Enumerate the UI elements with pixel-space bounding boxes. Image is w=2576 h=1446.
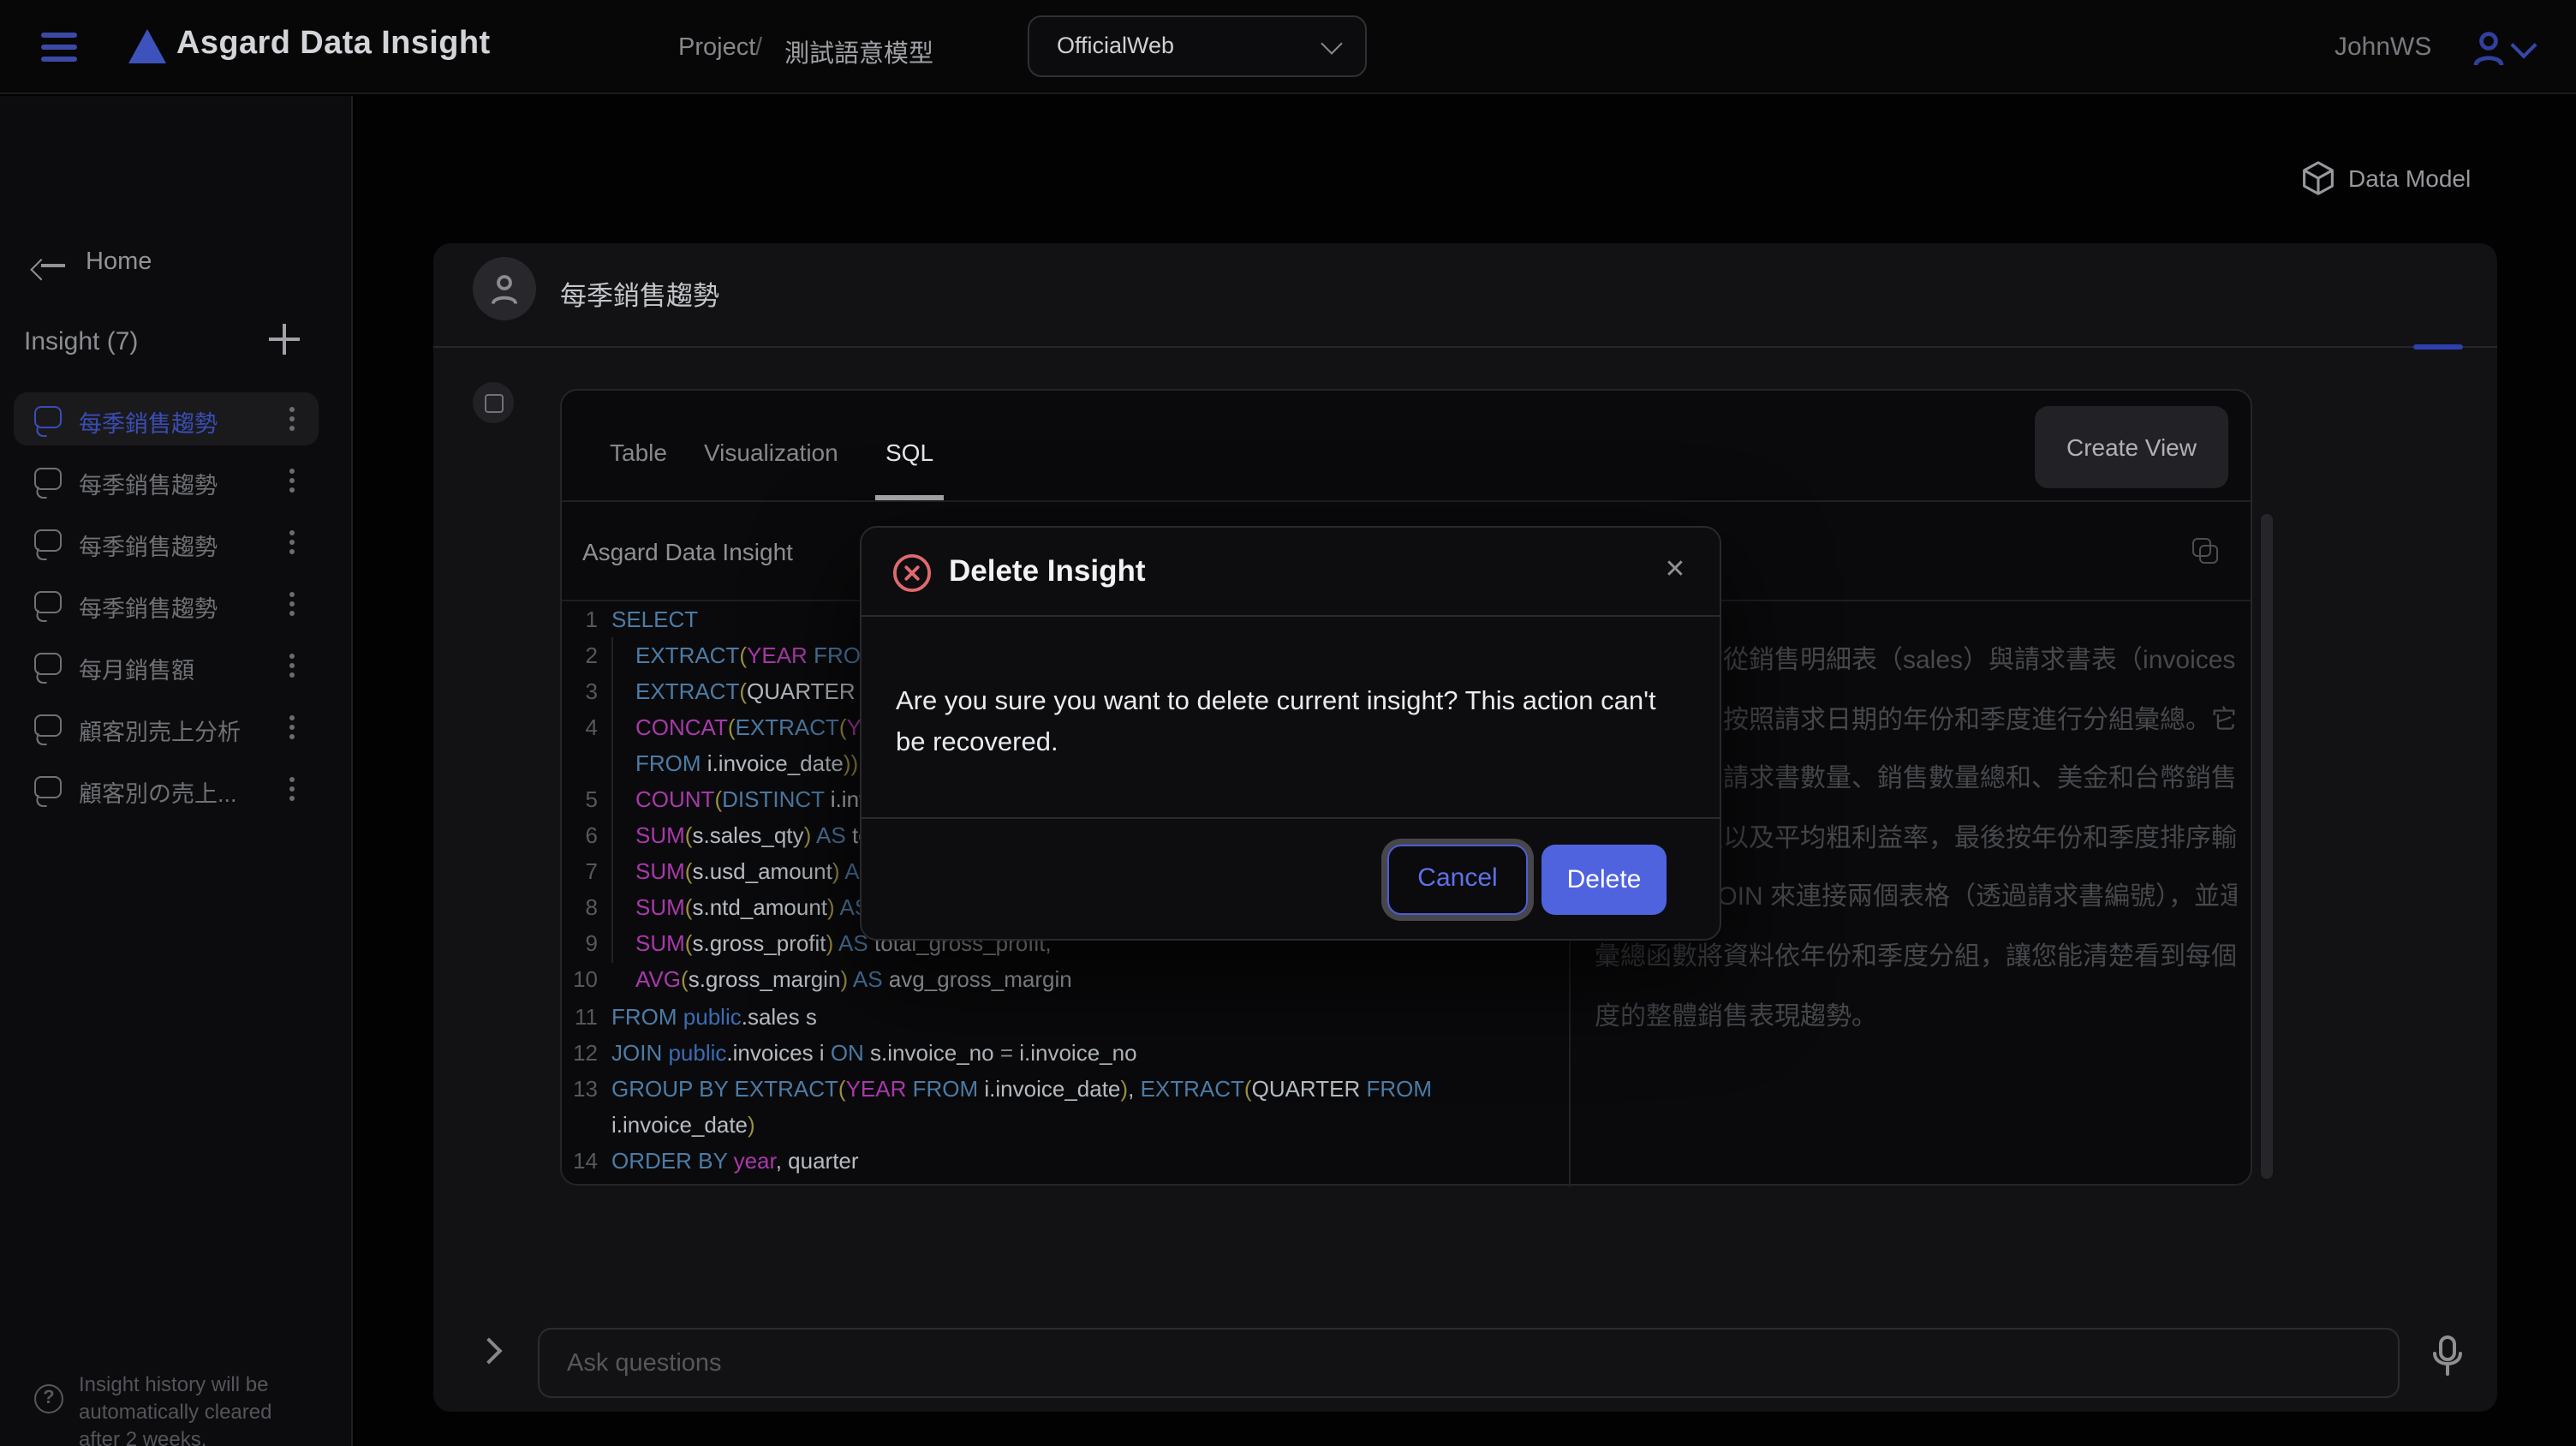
chevron-down-icon	[1321, 33, 1342, 54]
insight-item-label: 每季銷售趨勢	[79, 466, 218, 500]
chat-bubble-icon	[34, 529, 62, 552]
chat-bubble-icon	[34, 776, 62, 798]
chat-bubble-icon	[34, 714, 62, 737]
copy-icon[interactable]	[2192, 538, 2220, 565]
app-title: Asgard Data Insight	[176, 26, 491, 63]
create-view-button[interactable]: Create View	[2035, 406, 2228, 488]
back-arrow-icon	[41, 254, 65, 278]
chat-bubble-icon	[34, 591, 62, 613]
kebab-menu-icon[interactable]	[289, 601, 295, 606]
sql-panel-title: Asgard Data Insight	[582, 538, 793, 565]
model-select-dropdown[interactable]: OfficialWeb	[1028, 15, 1367, 77]
code-line: 10AVG(s.gross_margin) AS avg_gross_margi…	[562, 962, 1569, 998]
data-model-button[interactable]: Data Model	[2302, 161, 2334, 199]
modal-header: Delete Insight ✕	[862, 528, 1720, 617]
insight-section-header: Insight (7)	[0, 322, 353, 363]
sidebar-insight-item[interactable]: 每月銷售額	[14, 639, 319, 692]
code-line: i.invoice_date)	[562, 1107, 1569, 1143]
kebab-menu-icon[interactable]	[289, 540, 295, 545]
scrollbar-thumb[interactable]	[2261, 514, 2273, 1179]
error-circle-icon	[892, 553, 932, 601]
delete-button[interactable]: Delete	[1541, 845, 1667, 915]
insight-section-label: Insight (7)	[24, 327, 138, 356]
sidebar-insight-item[interactable]: 每季銷售趨勢	[14, 516, 319, 569]
modal-message: Are you sure you want to delete current …	[896, 682, 1670, 764]
insight-item-label: 顧客別売上分析	[79, 713, 241, 747]
divider	[433, 346, 2497, 348]
insight-item-label: 顧客別の売上...	[79, 774, 237, 809]
cancel-button[interactable]: Cancel	[1387, 845, 1528, 915]
tab-sql[interactable]: SQL	[886, 439, 933, 466]
user-name: JohnWS	[2334, 33, 2431, 62]
sidebar-insight-item[interactable]: 每季銷售趨勢	[14, 454, 319, 507]
kebab-menu-icon[interactable]	[289, 786, 295, 792]
sidebar-insight-item[interactable]: 每季銷售趨勢	[14, 392, 319, 445]
kebab-menu-icon[interactable]	[289, 478, 295, 483]
conversation-title: 每季銷售趨勢	[560, 276, 719, 314]
chat-bubble-icon	[34, 653, 62, 675]
data-model-label: Data Model	[2348, 164, 2471, 192]
kebab-menu-icon[interactable]	[289, 725, 295, 730]
code-line: 11FROM public.sales s	[562, 998, 1569, 1034]
microphone-icon[interactable]	[2430, 1335, 2465, 1384]
assistant-avatar-icon	[473, 382, 514, 423]
breadcrumb-model[interactable]: 測試語意模型	[784, 34, 933, 70]
kebab-menu-icon[interactable]	[289, 416, 295, 421]
description-line: 度的整體銷售表現趨勢。	[1595, 988, 2237, 1047]
insight-item-label: 每月銷售額	[79, 651, 194, 685]
app-root: Asgard Data Insight Project / 測試語意模型 Off…	[0, 0, 2576, 1446]
user-menu-chevron-icon[interactable]	[2510, 32, 2537, 58]
sidebar-home-link[interactable]: Home	[0, 243, 353, 288]
cube-icon	[2302, 161, 2334, 195]
divider	[562, 500, 2251, 502]
tab-table[interactable]: Table	[610, 439, 667, 466]
accent-indicator	[2413, 344, 2463, 349]
insight-item-label: 每季銷售趨勢	[79, 589, 218, 624]
sidebar: Home Insight (7) 每季銷售趨勢每季銷售趨勢每季銷售趨勢每季銷售趨…	[0, 96, 353, 1446]
code-line: 13GROUP BY EXTRACT(YEAR FROM i.invoice_d…	[562, 1070, 1569, 1106]
tab-visualization[interactable]: Visualization	[704, 439, 838, 466]
close-icon[interactable]: ✕	[1658, 553, 1692, 588]
user-avatar-icon[interactable]	[2468, 27, 2509, 77]
chat-bubble-icon	[34, 406, 62, 428]
add-insight-button[interactable]	[267, 322, 301, 356]
sidebar-insight-item[interactable]: 顧客別の売上...	[14, 762, 319, 816]
user-avatar	[473, 257, 536, 320]
breadcrumb-project[interactable]: Project	[678, 34, 755, 62]
ask-questions-input[interactable]	[538, 1328, 2400, 1398]
code-line: 14ORDER BY year, quarter	[562, 1143, 1569, 1179]
divider	[862, 817, 1720, 819]
insight-item-label: 每季銷售趨勢	[79, 528, 218, 562]
insight-item-label: 每季銷售趨勢	[79, 404, 218, 439]
code-line: 12JOIN public.invoices i ON s.invoice_no…	[562, 1034, 1569, 1070]
history-note: Insight history will be automatically cl…	[79, 1371, 301, 1446]
breadcrumb-separator: /	[755, 34, 762, 62]
indent-guide	[611, 636, 613, 962]
model-select-value: OfficialWeb	[1057, 33, 1174, 58]
kebab-menu-icon[interactable]	[289, 663, 295, 668]
insight-list: 每季銷售趨勢每季銷售趨勢每季銷售趨勢每季銷售趨勢每月銷售額顧客別売上分析顧客別の…	[14, 392, 319, 824]
sidebar-insight-item[interactable]: 每季銷售趨勢	[14, 577, 319, 630]
chat-bubble-icon	[34, 468, 62, 490]
delete-insight-modal: Delete Insight ✕ Are you sure you want t…	[860, 526, 1721, 940]
app-logo-icon	[128, 29, 166, 63]
expand-chevron-icon[interactable]	[475, 1337, 502, 1364]
modal-title: Delete Insight	[949, 553, 1146, 589]
sidebar-insight-item[interactable]: 顧客別売上分析	[14, 701, 319, 754]
info-question-icon: ?	[34, 1384, 63, 1413]
top-header: Asgard Data Insight Project / 測試語意模型 Off…	[0, 0, 2576, 94]
hamburger-menu-icon[interactable]	[41, 33, 77, 62]
home-label: Home	[86, 248, 152, 276]
